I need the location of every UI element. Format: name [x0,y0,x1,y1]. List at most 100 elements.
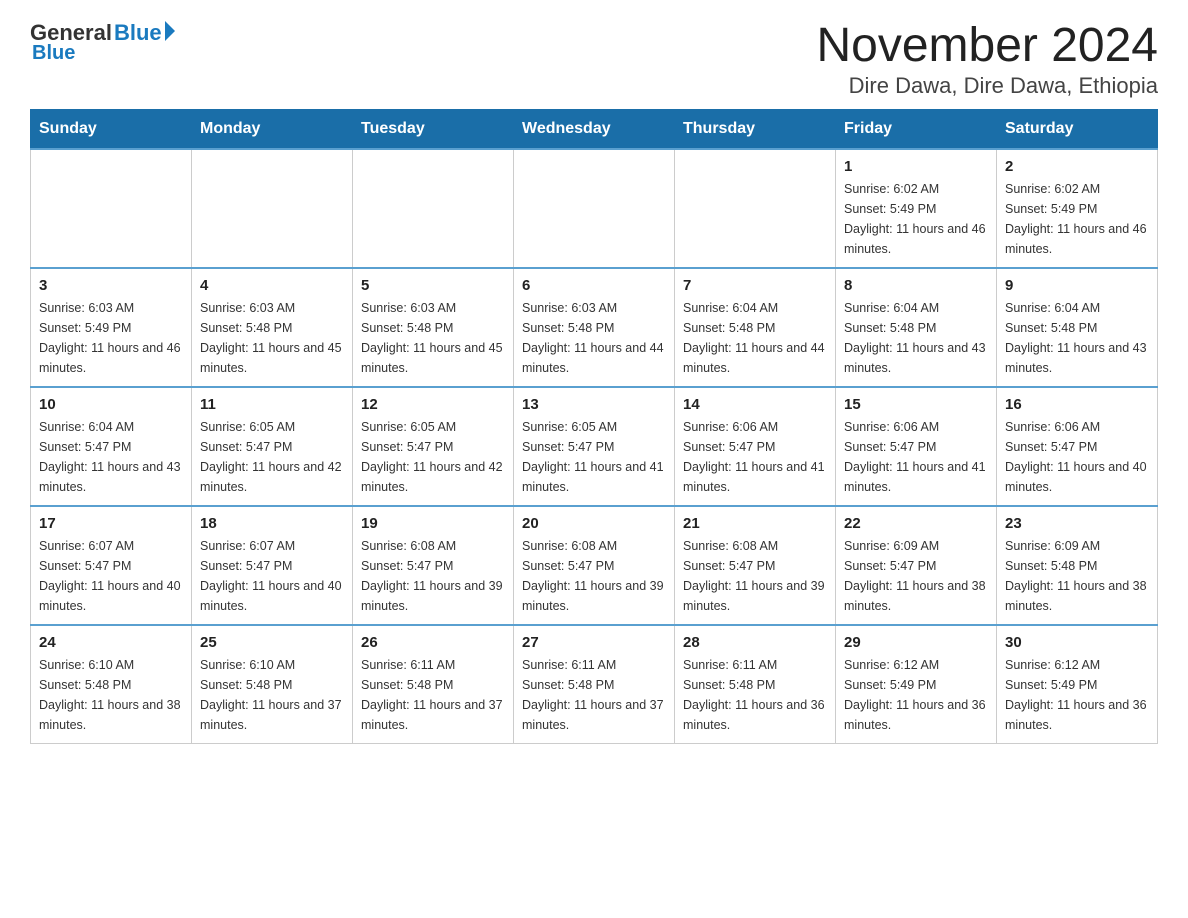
calendar-cell: 9 Sunrise: 6:04 AM Sunset: 5:48 PM Daylig… [997,268,1158,387]
calendar-cell: 1 Sunrise: 6:02 AM Sunset: 5:49 PM Daylig… [836,149,997,268]
day-info: Sunrise: 6:11 AM Sunset: 5:48 PM Dayligh… [361,655,505,735]
day-number: 15 [844,396,988,413]
day-info: Sunrise: 6:03 AM Sunset: 5:48 PM Dayligh… [522,298,666,378]
day-number: 19 [361,515,505,532]
page-header: General Blue Blue November 2024 Dire Daw… [30,20,1158,99]
calendar-cell: 27 Sunrise: 6:11 AM Sunset: 5:48 PM Dayli… [514,625,675,744]
day-number: 20 [522,515,666,532]
day-number: 2 [1005,158,1149,175]
day-info: Sunrise: 6:08 AM Sunset: 5:47 PM Dayligh… [522,536,666,616]
calendar-cell: 24Sunrise: 6:10 AM Sunset: 5:48 PM Dayli… [31,625,192,744]
day-number: 7 [683,277,827,294]
calendar-cell [192,149,353,268]
day-info: Sunrise: 6:04 AM Sunset: 5:47 PM Dayligh… [39,417,183,497]
calendar-cell: 7 Sunrise: 6:04 AM Sunset: 5:48 PM Daylig… [675,268,836,387]
day-number: 24 [39,634,183,651]
calendar-cell: 11Sunrise: 6:05 AM Sunset: 5:47 PM Dayli… [192,387,353,506]
day-number: 30 [1005,634,1149,651]
day-info: Sunrise: 6:02 AM Sunset: 5:49 PM Dayligh… [844,179,988,259]
calendar-cell [675,149,836,268]
day-info: Sunrise: 6:03 AM Sunset: 5:49 PM Dayligh… [39,298,183,378]
day-info: Sunrise: 6:11 AM Sunset: 5:48 PM Dayligh… [683,655,827,735]
day-info: Sunrise: 6:04 AM Sunset: 5:48 PM Dayligh… [1005,298,1149,378]
day-info: Sunrise: 6:08 AM Sunset: 5:47 PM Dayligh… [683,536,827,616]
calendar-cell: 18Sunrise: 6:07 AM Sunset: 5:47 PM Dayli… [192,506,353,625]
day-info: Sunrise: 6:10 AM Sunset: 5:48 PM Dayligh… [200,655,344,735]
calendar-cell: 25 Sunrise: 6:10 AM Sunset: 5:48 PM Dayli… [192,625,353,744]
calendar-cell: 23Sunrise: 6:09 AM Sunset: 5:48 PM Dayli… [997,506,1158,625]
day-number: 27 [522,634,666,651]
day-info: Sunrise: 6:05 AM Sunset: 5:47 PM Dayligh… [522,417,666,497]
day-number: 1 [844,158,988,175]
calendar-cell: 22 Sunrise: 6:09 AM Sunset: 5:47 PM Dayli… [836,506,997,625]
logo-sub: Blue [32,42,75,65]
calendar-cell: 21 Sunrise: 6:08 AM Sunset: 5:47 PM Dayli… [675,506,836,625]
day-info: Sunrise: 6:11 AM Sunset: 5:48 PM Dayligh… [522,655,666,735]
calendar-day-header: Friday [836,109,997,149]
day-number: 5 [361,277,505,294]
day-info: Sunrise: 6:12 AM Sunset: 5:49 PM Dayligh… [1005,655,1149,735]
day-number: 10 [39,396,183,413]
day-info: Sunrise: 6:06 AM Sunset: 5:47 PM Dayligh… [683,417,827,497]
day-number: 16 [1005,396,1149,413]
calendar-cell [514,149,675,268]
calendar-cell: 16 Sunrise: 6:06 AM Sunset: 5:47 PM Dayli… [997,387,1158,506]
day-number: 4 [200,277,344,294]
calendar-day-header: Thursday [675,109,836,149]
calendar-cell: 15Sunrise: 6:06 AM Sunset: 5:47 PM Dayli… [836,387,997,506]
day-number: 12 [361,396,505,413]
day-info: Sunrise: 6:07 AM Sunset: 5:47 PM Dayligh… [200,536,344,616]
day-number: 23 [1005,515,1149,532]
title-block: November 2024 Dire Dawa, Dire Dawa, Ethi… [816,20,1158,99]
day-number: 26 [361,634,505,651]
calendar-cell [31,149,192,268]
day-info: Sunrise: 6:12 AM Sunset: 5:49 PM Dayligh… [844,655,988,735]
logo: General Blue Blue [30,20,175,65]
logo-blue-text: Blue [114,20,162,46]
day-info: Sunrise: 6:03 AM Sunset: 5:48 PM Dayligh… [361,298,505,378]
day-number: 28 [683,634,827,651]
calendar-cell: 8Sunrise: 6:04 AM Sunset: 5:48 PM Daylig… [836,268,997,387]
day-number: 21 [683,515,827,532]
day-number: 17 [39,515,183,532]
day-number: 22 [844,515,988,532]
day-info: Sunrise: 6:05 AM Sunset: 5:47 PM Dayligh… [361,417,505,497]
day-info: Sunrise: 6:03 AM Sunset: 5:48 PM Dayligh… [200,298,344,378]
calendar-week-row: 24 Sunrise: 6:10 AM Sunset: 5:48 PM Dayli… [31,625,1158,744]
calendar-cell: 28 Sunrise: 6:11 AM Sunset: 5:48 PM Dayli… [675,625,836,744]
day-info: Sunrise: 6:04 AM Sunset: 5:48 PM Dayligh… [683,298,827,378]
calendar-day-header: Tuesday [353,109,514,149]
day-number: 6 [522,277,666,294]
calendar-cell: 17 Sunrise: 6:07 AM Sunset: 5:47 PM Dayli… [31,506,192,625]
day-number: 9 [1005,277,1149,294]
day-info: Sunrise: 6:09 AM Sunset: 5:47 PM Dayligh… [844,536,988,616]
page-subtitle: Dire Dawa, Dire Dawa, Ethiopia [816,73,1158,99]
day-info: Sunrise: 6:06 AM Sunset: 5:47 PM Dayligh… [1005,417,1149,497]
calendar-week-row: 10 Sunrise: 6:04 AM Sunset: 5:47 PM Dayli… [31,387,1158,506]
day-number: 25 [200,634,344,651]
day-number: 29 [844,634,988,651]
day-number: 13 [522,396,666,413]
day-info: Sunrise: 6:05 AM Sunset: 5:47 PM Dayligh… [200,417,344,497]
calendar-cell: 4 Sunrise: 6:03 AM Sunset: 5:48 PM Daylig… [192,268,353,387]
calendar-cell: 20 Sunrise: 6:08 AM Sunset: 5:47 PM Dayli… [514,506,675,625]
calendar-week-row: 1 Sunrise: 6:02 AM Sunset: 5:49 PM Daylig… [31,149,1158,268]
calendar-cell: 12 Sunrise: 6:05 AM Sunset: 5:47 PM Dayli… [353,387,514,506]
calendar-cell: 30 Sunrise: 6:12 AM Sunset: 5:49 PM Dayli… [997,625,1158,744]
calendar-cell: 13 Sunrise: 6:05 AM Sunset: 5:47 PM Dayli… [514,387,675,506]
calendar-cell: 6 Sunrise: 6:03 AM Sunset: 5:48 PM Daylig… [514,268,675,387]
calendar-day-header: Saturday [997,109,1158,149]
calendar-week-row: 3 Sunrise: 6:03 AM Sunset: 5:49 PM Daylig… [31,268,1158,387]
calendar-day-header: Monday [192,109,353,149]
day-info: Sunrise: 6:08 AM Sunset: 5:47 PM Dayligh… [361,536,505,616]
logo-arrow-icon [165,21,175,41]
day-info: Sunrise: 6:07 AM Sunset: 5:47 PM Dayligh… [39,536,183,616]
calendar-header-row: SundayMondayTuesdayWednesdayThursdayFrid… [31,109,1158,149]
day-info: Sunrise: 6:02 AM Sunset: 5:49 PM Dayligh… [1005,179,1149,259]
day-number: 8 [844,277,988,294]
page-title: November 2024 [816,20,1158,73]
calendar-cell [353,149,514,268]
calendar-week-row: 17 Sunrise: 6:07 AM Sunset: 5:47 PM Dayli… [31,506,1158,625]
day-number: 3 [39,277,183,294]
calendar-cell: 29 Sunrise: 6:12 AM Sunset: 5:49 PM Dayli… [836,625,997,744]
